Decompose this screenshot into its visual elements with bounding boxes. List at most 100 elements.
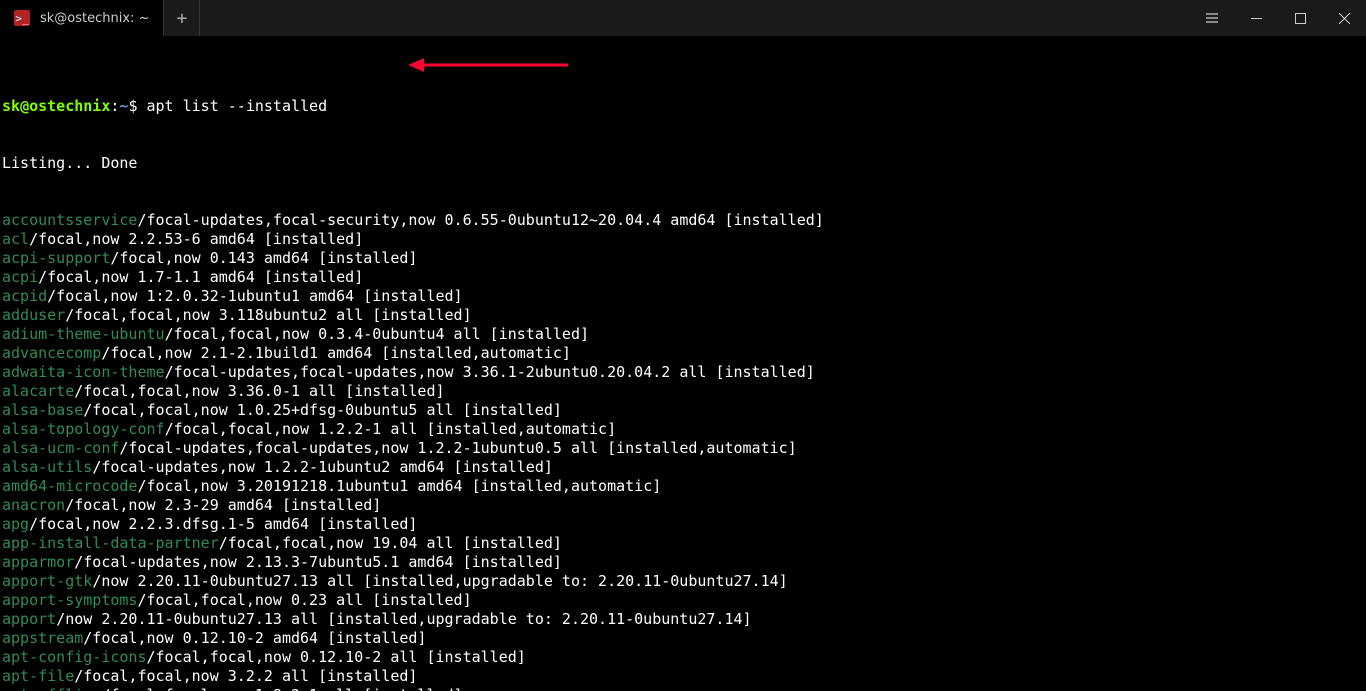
package-line: apt-offline/focal,focal,now 1.8.2-1 all … bbox=[2, 686, 1364, 691]
prompt-line: sk@ostechnix:~$ apt list --installed bbox=[2, 97, 1364, 116]
new-tab-button[interactable]: + bbox=[164, 0, 200, 36]
package-name: apparmor bbox=[2, 553, 74, 571]
package-name: acpi-support bbox=[2, 249, 110, 267]
package-list: accountsservice/focal-updates,focal-secu… bbox=[2, 211, 1364, 691]
minimize-icon bbox=[1251, 13, 1262, 24]
package-name: adwaita-icon-theme bbox=[2, 363, 165, 381]
prompt-user: sk bbox=[2, 97, 20, 115]
package-line: acpi/focal,now 1.7-1.1 amd64 [installed] bbox=[2, 268, 1364, 287]
terminal-body[interactable]: sk@ostechnix:~$ apt list --installed Lis… bbox=[0, 36, 1366, 691]
package-name: apport-symptoms bbox=[2, 591, 137, 609]
package-details: /focal-updates,focal-updates,now 3.36.1-… bbox=[165, 363, 815, 381]
package-line: anacron/focal,now 2.3-29 amd64 [installe… bbox=[2, 496, 1364, 515]
package-name: apt-offline bbox=[2, 686, 101, 691]
package-details: /focal,focal,now 0.23 all [installed] bbox=[137, 591, 471, 609]
package-line: adduser/focal,focal,now 3.118ubuntu2 all… bbox=[2, 306, 1364, 325]
minimize-button[interactable] bbox=[1234, 0, 1278, 36]
package-details: /focal,focal,now 3.118ubuntu2 all [insta… bbox=[65, 306, 471, 324]
package-line: alsa-utils/focal-updates,now 1.2.2-1ubun… bbox=[2, 458, 1364, 477]
titlebar-spacer bbox=[200, 0, 1190, 36]
package-details: /focal-updates,focal-security,now 0.6.55… bbox=[137, 211, 823, 229]
package-line: amd64-microcode/focal,now 3.20191218.1ub… bbox=[2, 477, 1364, 496]
package-details: /now 2.20.11-0ubuntu27.13 all [installed… bbox=[56, 610, 751, 628]
package-line: accountsservice/focal-updates,focal-secu… bbox=[2, 211, 1364, 230]
package-name: alacarte bbox=[2, 382, 74, 400]
package-line: alacarte/focal,focal,now 3.36.0-1 all [i… bbox=[2, 382, 1364, 401]
package-details: /focal,focal,now 1.8.2-1 all [installed] bbox=[101, 686, 462, 691]
close-icon bbox=[1339, 13, 1350, 24]
package-name: appstream bbox=[2, 629, 83, 647]
prompt-at: @ bbox=[20, 97, 29, 115]
package-name: adduser bbox=[2, 306, 65, 324]
package-name: apport-gtk bbox=[2, 572, 92, 590]
package-details: /focal,now 0.12.10-2 amd64 [installed] bbox=[83, 629, 426, 647]
package-name: amd64-microcode bbox=[2, 477, 137, 495]
package-details: /focal,now 1.7-1.1 amd64 [installed] bbox=[38, 268, 363, 286]
package-line: apg/focal,now 2.2.3.dfsg.1-5 amd64 [inst… bbox=[2, 515, 1364, 534]
package-name: apt-file bbox=[2, 667, 74, 685]
package-details: /focal,focal,now 0.12.10-2 all [installe… bbox=[147, 648, 526, 666]
package-line: acpid/focal,now 1:2.0.32-1ubuntu1 amd64 … bbox=[2, 287, 1364, 306]
package-line: apt-file/focal,focal,now 3.2.2 all [inst… bbox=[2, 667, 1364, 686]
package-line: advancecomp/focal,now 2.1-2.1build1 amd6… bbox=[2, 344, 1364, 363]
package-name: adium-theme-ubuntu bbox=[2, 325, 165, 343]
package-details: /focal,now 2.1-2.1build1 amd64 [installe… bbox=[101, 344, 571, 362]
package-details: /focal-updates,now 2.13.3-7ubuntu5.1 amd… bbox=[74, 553, 562, 571]
tab-title: sk@ostechnix: ~ bbox=[40, 11, 149, 26]
package-line: apport/now 2.20.11-0ubuntu27.13 all [ins… bbox=[2, 610, 1364, 629]
package-name: alsa-ucm-conf bbox=[2, 439, 119, 457]
hamburger-icon bbox=[1205, 11, 1219, 25]
package-line: appstream/focal,now 0.12.10-2 amd64 [ins… bbox=[2, 629, 1364, 648]
annotation-arrow bbox=[372, 38, 568, 97]
package-line: adwaita-icon-theme/focal-updates,focal-u… bbox=[2, 363, 1364, 382]
package-details: /focal,focal,now 3.2.2 all [installed] bbox=[74, 667, 417, 685]
package-name: accountsservice bbox=[2, 211, 137, 229]
package-line: apparmor/focal-updates,now 2.13.3-7ubunt… bbox=[2, 553, 1364, 572]
plus-icon: + bbox=[177, 8, 188, 29]
terminal-icon: >_ bbox=[14, 10, 30, 26]
package-details: /focal,now 2.2.53-6 amd64 [installed] bbox=[29, 230, 363, 248]
titlebar: >_ sk@ostechnix: ~ + bbox=[0, 0, 1366, 36]
package-line: apport-symptoms/focal,focal,now 0.23 all… bbox=[2, 591, 1364, 610]
package-name: acpid bbox=[2, 287, 47, 305]
package-details: /focal,focal,now 1.0.25+dfsg-0ubuntu5 al… bbox=[83, 401, 562, 419]
package-name: alsa-topology-conf bbox=[2, 420, 165, 438]
maximize-icon bbox=[1295, 13, 1306, 24]
package-line: app-install-data-partner/focal,focal,now… bbox=[2, 534, 1364, 553]
prompt-host: ostechnix bbox=[29, 97, 110, 115]
package-details: /focal,focal,now 1.2.2-1 all [installed,… bbox=[165, 420, 617, 438]
package-details: /focal,now 3.20191218.1ubuntu1 amd64 [in… bbox=[137, 477, 661, 495]
package-details: /focal,focal,now 0.3.4-0ubuntu4 all [ins… bbox=[165, 325, 589, 343]
package-name: alsa-utils bbox=[2, 458, 92, 476]
package-name: alsa-base bbox=[2, 401, 83, 419]
package-name: apg bbox=[2, 515, 29, 533]
package-details: /focal,focal,now 3.36.0-1 all [installed… bbox=[74, 382, 444, 400]
package-details: /focal-updates,focal-updates,now 1.2.2-1… bbox=[119, 439, 796, 457]
package-line: adium-theme-ubuntu/focal,focal,now 0.3.4… bbox=[2, 325, 1364, 344]
package-line: apt-config-icons/focal,focal,now 0.12.10… bbox=[2, 648, 1364, 667]
package-details: /focal-updates,now 1.2.2-1ubuntu2 amd64 … bbox=[92, 458, 553, 476]
menu-button[interactable] bbox=[1190, 0, 1234, 36]
package-name: anacron bbox=[2, 496, 65, 514]
package-name: apt-config-icons bbox=[2, 648, 147, 666]
command-text: apt list --installed bbox=[147, 97, 328, 115]
package-details: /focal,now 2.3-29 amd64 [installed] bbox=[65, 496, 381, 514]
package-line: alsa-base/focal,focal,now 1.0.25+dfsg-0u… bbox=[2, 401, 1364, 420]
close-button[interactable] bbox=[1322, 0, 1366, 36]
listing-header: Listing... Done bbox=[2, 154, 1364, 173]
package-name: acl bbox=[2, 230, 29, 248]
package-line: acl/focal,now 2.2.53-6 amd64 [installed] bbox=[2, 230, 1364, 249]
package-name: apport bbox=[2, 610, 56, 628]
terminal-tab[interactable]: >_ sk@ostechnix: ~ bbox=[0, 0, 164, 36]
package-name: app-install-data-partner bbox=[2, 534, 219, 552]
prompt-dollar: $ bbox=[128, 97, 146, 115]
package-line: apport-gtk/now 2.20.11-0ubuntu27.13 all … bbox=[2, 572, 1364, 591]
package-details: /focal,now 2.2.3.dfsg.1-5 amd64 [install… bbox=[29, 515, 417, 533]
package-details: /focal,now 1:2.0.32-1ubuntu1 amd64 [inst… bbox=[47, 287, 462, 305]
package-line: alsa-topology-conf/focal,focal,now 1.2.2… bbox=[2, 420, 1364, 439]
package-details: /focal,focal,now 19.04 all [installed] bbox=[219, 534, 562, 552]
package-line: acpi-support/focal,now 0.143 amd64 [inst… bbox=[2, 249, 1364, 268]
maximize-button[interactable] bbox=[1278, 0, 1322, 36]
package-details: /focal,now 0.143 amd64 [installed] bbox=[110, 249, 417, 267]
package-name: advancecomp bbox=[2, 344, 101, 362]
